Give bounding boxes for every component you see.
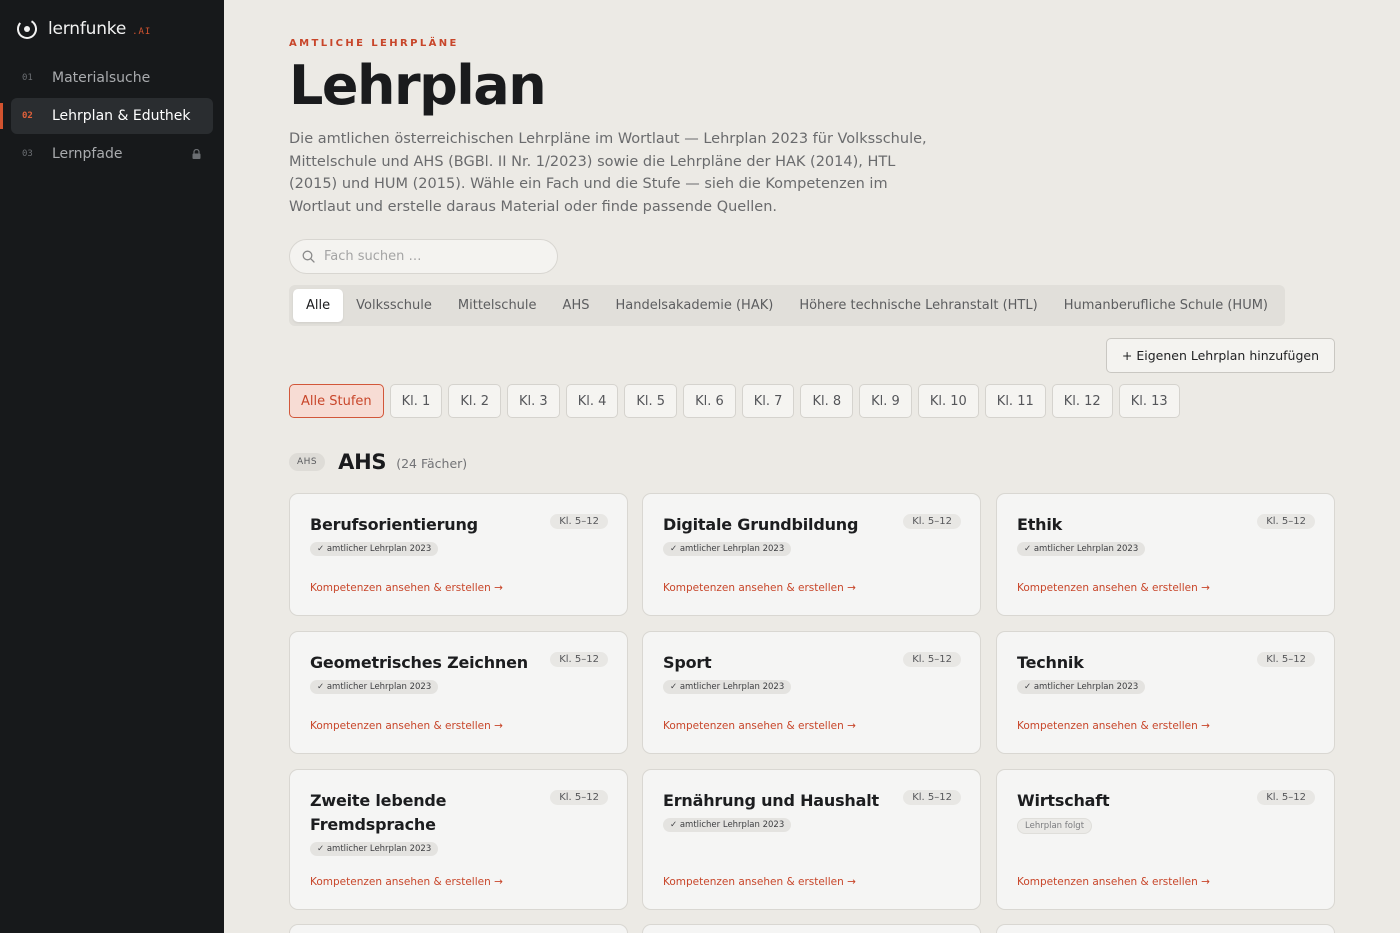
- curriculum-status-badge: ✓ amtlicher Lehrplan 2023: [663, 542, 792, 556]
- view-competencies-link[interactable]: Kompetenzen ansehen & erstellen →: [663, 876, 856, 888]
- sidebar: lernfunke .AI 01 Materialsuche 02 Lehrpl…: [0, 0, 224, 933]
- grade-range-badge: Kl. 5–12: [550, 514, 608, 529]
- grade-range-badge: Kl. 5–12: [1257, 790, 1315, 805]
- lock-icon: [192, 149, 201, 159]
- section-tag: AHS: [289, 453, 326, 471]
- sidebar-item-label: Materialsuche: [52, 70, 151, 86]
- subject-card[interactable]: [289, 924, 628, 933]
- view-competencies-link[interactable]: Kompetenzen ansehen & erstellen →: [310, 582, 503, 594]
- subject-card[interactable]: Zweite lebende Fremdsprache Kl. 5–12 ✓ a…: [289, 769, 628, 910]
- sidebar-item-materialsuche[interactable]: 01 Materialsuche: [11, 60, 213, 96]
- tab-alle[interactable]: Alle: [293, 289, 344, 322]
- eyebrow-label: AMTLICHE LEHRPLÄNE: [289, 38, 459, 49]
- grade-filter-12[interactable]: Kl. 12: [1051, 384, 1113, 418]
- grade-filter-bar: Alle Stufen Kl. 1 Kl. 2 Kl. 3 Kl. 4 Kl. …: [289, 384, 1186, 418]
- subject-card[interactable]: Digitale Grundbildung Kl. 5–12 ✓ amtlich…: [642, 493, 981, 616]
- view-competencies-link[interactable]: Kompetenzen ansehen & erstellen →: [663, 720, 856, 732]
- card-title: Geometrisches Zeichnen: [310, 653, 528, 672]
- search-box[interactable]: [289, 239, 558, 274]
- curriculum-status-badge: ✓ amtlicher Lehrplan 2023: [310, 842, 439, 856]
- brand-name: lernfunke: [48, 19, 127, 39]
- tab-volksschule[interactable]: Volksschule: [343, 289, 445, 322]
- grade-filter-11[interactable]: Kl. 11: [984, 384, 1046, 418]
- tab-hum[interactable]: Humanberufliche Schule (HUM): [1051, 289, 1281, 322]
- grade-filter-3[interactable]: Kl. 3: [507, 384, 560, 418]
- subject-card[interactable]: [642, 924, 981, 933]
- grade-filter-13[interactable]: Kl. 13: [1118, 384, 1180, 418]
- curriculum-status-badge: ✓ amtlicher Lehrplan 2023: [663, 818, 792, 832]
- view-competencies-link[interactable]: Kompetenzen ansehen & erstellen →: [1017, 720, 1210, 732]
- intro-text: Die amtlichen österreichischen Lehrpläne…: [289, 131, 927, 215]
- card-title: Wirtschaft: [1017, 791, 1110, 810]
- subject-card[interactable]: Wirtschaft Kl. 5–12 Lehrplan folgt Kompe…: [996, 769, 1335, 910]
- tab-mittelschule[interactable]: Mittelschule: [445, 289, 550, 322]
- sidebar-item-lehrplan-eduthek[interactable]: 02 Lehrplan & Eduthek: [0, 98, 213, 134]
- curriculum-status-badge: ✓ amtlicher Lehrplan 2023: [663, 680, 792, 694]
- grade-filter-all[interactable]: Alle Stufen: [289, 384, 384, 418]
- subject-card[interactable]: [996, 924, 1335, 933]
- tab-htl[interactable]: Höhere technische Lehranstalt (HTL): [786, 289, 1050, 322]
- curriculum-status-badge: ✓ amtlicher Lehrplan 2023: [310, 680, 439, 694]
- section-count: (24 Fächer): [396, 456, 468, 471]
- grade-range-badge: Kl. 5–12: [550, 652, 608, 667]
- card-title: Zweite lebende Fremdsprache: [310, 791, 447, 834]
- view-competencies-link[interactable]: Kompetenzen ansehen & erstellen →: [310, 876, 503, 888]
- subject-card[interactable]: Technik Kl. 5–12 ✓ amtlicher Lehrplan 20…: [996, 631, 1335, 754]
- brand-suffix: .AI: [132, 26, 152, 37]
- sidebar-item-label: Lernpfade: [52, 146, 123, 162]
- view-competencies-link[interactable]: Kompetenzen ansehen & erstellen →: [310, 720, 503, 732]
- section-header: AHS AHS (24 Fächer): [289, 450, 467, 474]
- card-title: Berufsorientierung: [310, 515, 478, 534]
- search-icon: [302, 250, 315, 263]
- curriculum-status-badge: ✓ amtlicher Lehrplan 2023: [310, 542, 439, 556]
- grade-range-badge: Kl. 5–12: [1257, 652, 1315, 667]
- school-type-tabs: Alle Volksschule Mittelschule AHS Handel…: [289, 285, 1285, 326]
- subject-card[interactable]: Geometrisches Zeichnen Kl. 5–12 ✓ amtlic…: [289, 631, 628, 754]
- search-input[interactable]: [324, 249, 544, 264]
- grade-filter-9[interactable]: Kl. 9: [859, 384, 912, 418]
- page-title: Lehrplan: [289, 54, 547, 117]
- view-competencies-link[interactable]: Kompetenzen ansehen & erstellen →: [1017, 876, 1210, 888]
- add-own-curriculum-button[interactable]: + Eigenen Lehrplan hinzufügen: [1105, 338, 1335, 373]
- view-competencies-link[interactable]: Kompetenzen ansehen & erstellen →: [663, 582, 856, 594]
- grade-filter-2[interactable]: Kl. 2: [448, 384, 502, 418]
- nav-number: 01: [22, 73, 33, 83]
- grade-range-badge: Kl. 5–12: [903, 790, 961, 805]
- grade-filter-6[interactable]: Kl. 6: [683, 384, 736, 418]
- brand-logo[interactable]: lernfunke .AI: [16, 18, 151, 40]
- view-competencies-link[interactable]: Kompetenzen ansehen & erstellen →: [1017, 582, 1210, 594]
- sidebar-item-lernpfade[interactable]: 03 Lernpfade: [11, 136, 213, 172]
- sidebar-item-label: Lehrplan & Eduthek: [52, 108, 191, 124]
- nav-number: 03: [22, 149, 33, 159]
- grade-filter-7[interactable]: Kl. 7: [741, 384, 795, 418]
- tab-ahs[interactable]: AHS: [550, 289, 603, 322]
- curriculum-status-badge: Lehrplan folgt: [1017, 818, 1093, 834]
- grade-filter-10[interactable]: Kl. 10: [917, 384, 979, 418]
- subject-card[interactable]: Berufsorientierung Kl. 5–12 ✓ amtlicher …: [289, 493, 628, 616]
- card-title: Digitale Grundbildung: [663, 515, 859, 534]
- section-title: AHS: [338, 450, 387, 474]
- curriculum-status-badge: ✓ amtlicher Lehrplan 2023: [1017, 542, 1146, 556]
- tab-hak[interactable]: Handelsakademie (HAK): [602, 289, 786, 322]
- curriculum-status-badge: ✓ amtlicher Lehrplan 2023: [1017, 680, 1146, 694]
- grade-range-badge: Kl. 5–12: [1257, 514, 1315, 529]
- card-title: Technik: [1017, 653, 1084, 672]
- card-title: Ernährung und Haushalt: [663, 791, 879, 810]
- card-title: Ethik: [1017, 515, 1063, 534]
- grade-filter-8[interactable]: Kl. 8: [800, 384, 854, 418]
- grade-filter-5[interactable]: Kl. 5: [624, 384, 678, 418]
- nav-number: 02: [22, 111, 33, 121]
- sidebar-nav: 01 Materialsuche 02 Lehrplan & Eduthek 0…: [0, 60, 213, 174]
- subject-card[interactable]: Ethik Kl. 5–12 ✓ amtlicher Lehrplan 2023…: [996, 493, 1335, 616]
- grade-range-badge: Kl. 5–12: [903, 514, 961, 529]
- card-title: Sport: [663, 653, 712, 672]
- grade-range-badge: Kl. 5–12: [550, 790, 608, 805]
- grade-filter-4[interactable]: Kl. 4: [565, 384, 619, 418]
- subject-card[interactable]: Ernährung und Haushalt Kl. 5–12 ✓ amtlic…: [642, 769, 981, 910]
- spark-logo-icon: [17, 19, 37, 39]
- grade-range-badge: Kl. 5–12: [903, 652, 961, 667]
- grade-filter-1[interactable]: Kl. 1: [389, 384, 443, 418]
- subject-card[interactable]: Sport Kl. 5–12 ✓ amtlicher Lehrplan 2023…: [642, 631, 981, 754]
